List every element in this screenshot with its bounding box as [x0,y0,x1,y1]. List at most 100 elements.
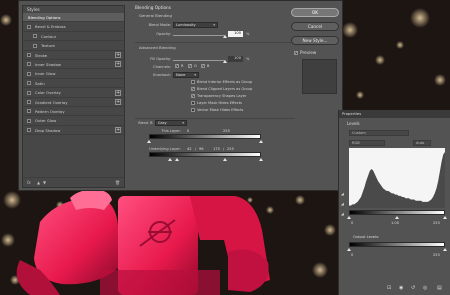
style-checkbox[interactable] [27,109,31,114]
add-effect-icon[interactable]: + [115,89,121,96]
style-item[interactable]: Texture [23,41,124,51]
style-item[interactable]: Pattern Overlay [23,107,124,117]
input-white-knob[interactable] [443,216,447,219]
channel-b-checkbox[interactable]: B [201,63,209,68]
fx-icon[interactable]: fx [27,180,31,185]
style-item[interactable]: Inner Glow [23,69,124,79]
advanced-option-checkbox[interactable]: Vector Mask Hides Effects [191,108,243,112]
style-checkbox[interactable] [27,118,31,123]
advanced-option-box[interactable] [191,101,195,105]
add-effect-icon[interactable]: + [115,99,121,106]
advanced-option-checkbox[interactable]: Layer Mask Hides Effects [191,101,242,105]
channel-r-checkbox[interactable]: R [175,63,184,68]
properties-tab-label: Properties [342,111,362,116]
reset-icon[interactable]: ↺ [411,285,415,291]
add-effect-icon[interactable]: + [115,61,121,68]
output-black-knob[interactable] [347,248,351,251]
this-layer-high: 255 [223,129,230,133]
fill-opacity-slider[interactable] [173,60,225,61]
channel-g-checkbox[interactable]: G [188,63,197,68]
style-item[interactable]: Color Overlay + [23,88,124,98]
style-item-label: Gradient Overlay [35,99,68,105]
eyedropper-gray-icon[interactable]: ◢ [341,202,344,206]
style-checkbox[interactable] [27,71,31,76]
style-checkbox[interactable] [27,100,31,105]
style-item[interactable]: Stroke + [23,51,124,60]
add-effect-icon[interactable]: + [115,52,121,59]
style-checkbox[interactable] [33,34,37,39]
opacity-slider[interactable] [173,35,225,36]
style-item[interactable]: Satin [23,79,124,89]
opacity-slider-knob[interactable] [223,35,227,38]
this-layer-white-knob[interactable] [259,140,263,143]
opacity-field[interactable]: 100 [228,31,243,37]
levels-channel-select[interactable]: RGB [349,140,385,146]
levels-preset-select[interactable]: Custom [349,130,409,136]
trash-icon[interactable]: 🗑 [115,180,120,185]
blend-mode-select[interactable]: Luminosity [173,22,218,28]
style-item-label: Pattern Overlay [35,108,65,114]
blend-mode-label: Blend Mode: [148,23,171,27]
eyedropper-white-icon[interactable]: ◢ [341,212,344,216]
output-high-value[interactable]: 255 [433,253,440,257]
input-low-value[interactable]: 0 [351,221,353,225]
ok-button[interactable]: OK [291,8,339,17]
output-low-value[interactable]: 0 [351,253,353,257]
style-item-label: Outer Glow [35,118,57,124]
style-checkbox[interactable] [27,62,31,67]
style-checkbox[interactable] [27,24,31,29]
style-checkbox[interactable] [27,81,31,86]
style-item[interactable]: Inner Shadow + [23,60,124,70]
output-white-knob[interactable] [443,248,447,251]
style-item[interactable]: Outer Glow [23,116,124,126]
eyedropper-black-icon[interactable]: ◢ [341,192,344,196]
divider [135,42,295,43]
underlying-black-knob-1[interactable] [168,158,172,161]
advanced-option-box[interactable] [191,86,195,91]
preview-checkbox[interactable]: Preview [294,50,316,55]
style-checkbox[interactable] [27,53,31,58]
style-item[interactable]: Bevel & Emboss [23,22,124,32]
channel-g-box[interactable] [188,63,192,68]
advanced-option-box[interactable] [191,108,195,112]
new-style-button[interactable]: New Style... [291,36,339,45]
advanced-option-box[interactable] [191,93,195,98]
advanced-option-checkbox[interactable]: Blend Clipped Layers as Group [191,86,252,91]
levels-auto-button[interactable]: Auto [413,140,431,146]
preview-box[interactable] [294,50,298,55]
cancel-button[interactable]: Cancel [291,22,339,31]
advanced-option-checkbox[interactable]: Transparency Shapes Layer [191,93,246,98]
channel-r-box[interactable] [175,63,179,68]
this-layer-low: 0 [187,129,190,133]
clip-to-layer-icon[interactable]: ⊡ [387,285,391,291]
fill-opacity-field[interactable]: 100 [228,56,243,62]
style-item[interactable]: Gradient Overlay + [23,98,124,107]
move-up-icon[interactable]: ▲ [37,180,40,185]
advanced-option-box[interactable] [191,80,195,84]
this-layer-black-knob[interactable] [147,140,151,143]
move-down-icon[interactable]: ▼ [43,180,46,185]
input-gray-knob[interactable] [395,216,399,219]
advanced-option-checkbox[interactable]: Blend Interior Effects as Group [191,80,252,84]
style-item[interactable]: Drop Shadow + [23,126,124,136]
style-checkbox[interactable] [27,128,31,133]
input-mid-value[interactable]: 1.00 [391,221,399,225]
style-item[interactable]: Contour [23,32,124,42]
channel-b-box[interactable] [201,63,205,68]
style-checkbox[interactable] [33,43,37,48]
underlying-white-knob-1[interactable] [223,158,227,161]
add-effect-icon[interactable]: + [115,127,121,134]
fill-opacity-slider-knob[interactable] [223,60,227,63]
style-checkbox[interactable] [27,90,31,95]
blend-if-select[interactable]: Gray [155,120,187,126]
knockout-select[interactable]: None [173,72,199,78]
visibility-icon[interactable]: ◎ [423,285,427,291]
input-black-knob[interactable] [347,216,351,219]
trash-icon[interactable]: ▤ [437,285,442,291]
properties-tab[interactable]: Properties [339,110,450,118]
input-high-value[interactable]: 255 [433,221,440,225]
style-item[interactable]: Blending Options [23,13,124,23]
underlying-white-knob-2[interactable] [259,158,263,161]
underlying-black-knob-2[interactable] [175,158,179,161]
view-previous-icon[interactable]: ◉ [399,285,403,291]
